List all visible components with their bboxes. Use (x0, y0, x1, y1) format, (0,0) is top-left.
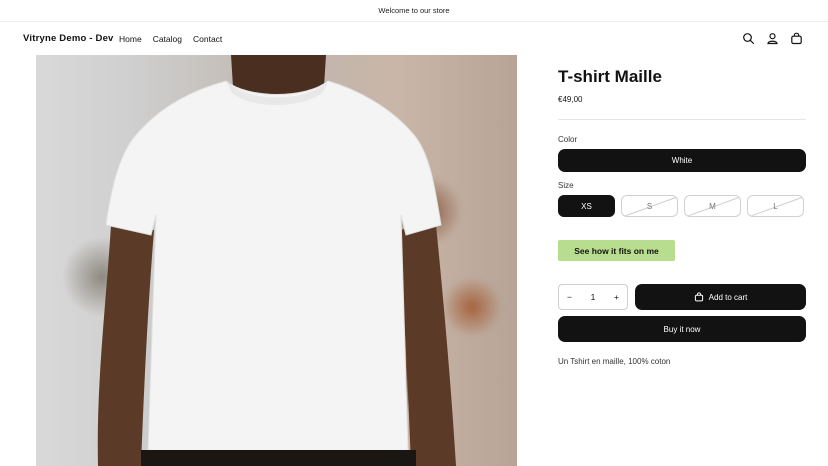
header-icons (742, 32, 803, 45)
add-to-cart-button[interactable]: Add to cart (635, 284, 806, 310)
size-option-m[interactable]: M (684, 195, 741, 217)
nav-contact[interactable]: Contact (193, 34, 222, 44)
buy-now-button[interactable]: Buy it now (558, 316, 806, 342)
main-nav: Home Catalog Contact (119, 34, 222, 44)
size-m-label: M (709, 201, 716, 211)
add-to-cart-label: Add to cart (708, 292, 748, 302)
cart-icon[interactable] (790, 32, 803, 45)
size-option-xs[interactable]: XS (558, 195, 615, 217)
size-s-label: S (646, 201, 653, 211)
cart-icon (694, 292, 704, 302)
product-price: €49,00 (558, 95, 583, 104)
divider (558, 119, 806, 120)
product-description: Un Tshirt en maille, 100% coton (558, 357, 671, 366)
tshirt-model-illustration (97, 55, 456, 466)
announcement-text: Welcome to our store (378, 6, 450, 15)
account-icon[interactable] (766, 32, 779, 45)
color-option-label: White (671, 156, 693, 165)
search-icon[interactable] (742, 32, 755, 45)
size-label: Size (558, 181, 574, 190)
product-title: T-shirt Maille (558, 67, 662, 86)
nav-home[interactable]: Home (119, 34, 142, 44)
product-image[interactable] (36, 55, 517, 466)
announcement-bar: Welcome to our store (0, 0, 828, 22)
quantity-value[interactable]: 1 (591, 292, 596, 302)
nav-catalog[interactable]: Catalog (153, 34, 182, 44)
brand-logo[interactable]: Vitryne Demo - Dev (23, 33, 114, 44)
quantity-stepper: − 1 + (558, 284, 628, 310)
size-option-l[interactable]: L (747, 195, 804, 217)
color-label: Color (558, 135, 578, 144)
size-xs-label: XS (581, 201, 592, 211)
fit-preview-button[interactable]: See how it fits on me (558, 240, 675, 261)
size-l-label: L (773, 201, 778, 211)
size-option-s[interactable]: S (621, 195, 678, 217)
quantity-decrease-button[interactable]: − (567, 292, 572, 302)
site-header: Vitryne Demo - Dev Home Catalog Contact (0, 22, 828, 55)
quantity-increase-button[interactable]: + (614, 292, 619, 302)
color-option-white[interactable]: White (558, 149, 806, 172)
size-options: XS S M L (558, 195, 806, 217)
